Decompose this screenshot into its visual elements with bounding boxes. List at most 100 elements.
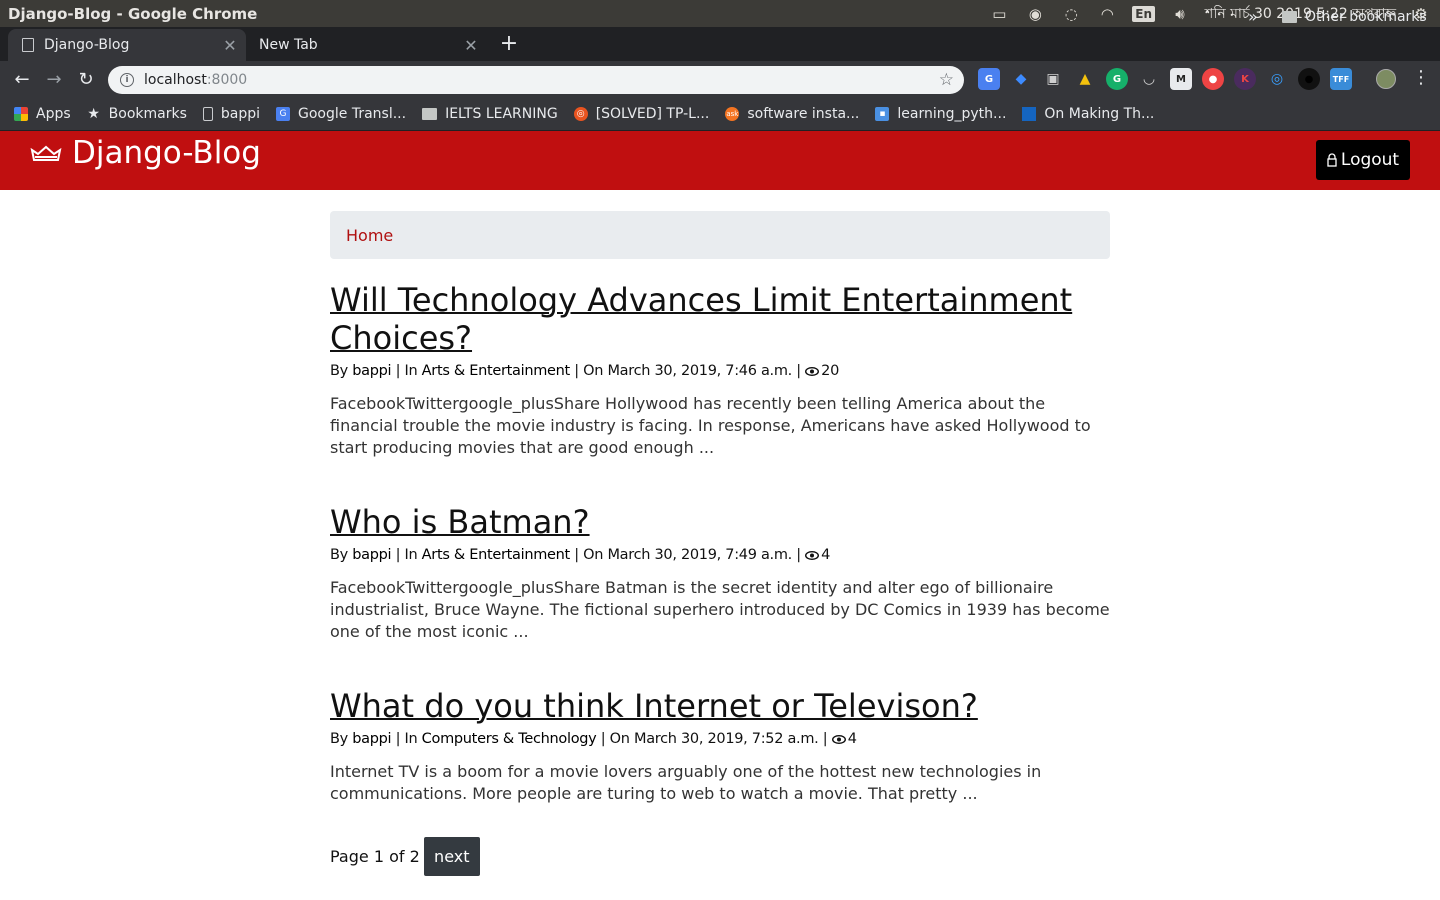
post-item: Will Technology Advances Limit Entertain… [330, 281, 1110, 459]
bookmark-google-translate[interactable]: G Google Transl... [276, 106, 406, 122]
post-views: 4 [821, 547, 831, 563]
os-top-panel: Django-Blog - Google Chrome ▭ ◉ ◌ ◠ En 🔊… [0, 0, 1440, 27]
blue-square-icon [1022, 106, 1037, 121]
tab-new-tab[interactable]: New Tab ✕ [249, 29, 487, 61]
post-title-link[interactable]: Will Technology Advances Limit Entertain… [330, 281, 1110, 357]
close-tab-icon[interactable]: ✕ [220, 36, 240, 55]
pocket-extension-icon[interactable]: ◡ [1138, 68, 1160, 90]
profile-avatar[interactable] [1376, 69, 1396, 89]
post-views: 4 [847, 731, 857, 747]
bookmark-label: Bookmarks [108, 105, 187, 122]
post-date: | On March 30, 2019, 7:49 a.m. | [569, 547, 806, 563]
dropbox-extension-icon[interactable]: ◆ [1010, 68, 1032, 90]
meta-by-label: By [330, 363, 353, 379]
bookmark-bappi[interactable]: bappi [202, 105, 261, 122]
bookmark-label: Google Transl... [298, 105, 407, 122]
next-page-button[interactable]: next [423, 837, 480, 876]
record-icon[interactable]: ◉ [1024, 5, 1046, 23]
post-author-link[interactable]: bappi [352, 547, 391, 563]
site-info-icon[interactable]: i [120, 73, 134, 87]
bookmark-apps[interactable]: Apps [14, 106, 71, 122]
bookmark-ielts-learning[interactable]: IELTS LEARNING [422, 106, 558, 122]
tab-label: Django-Blog [44, 37, 130, 53]
volume-icon[interactable]: 🔊︎ [1169, 5, 1191, 23]
post-author-link[interactable]: bappi [352, 363, 391, 379]
wifi-icon[interactable]: ◠ [1096, 5, 1118, 23]
star-icon: ★ [87, 105, 100, 122]
bookmark-label: On Making Th... [1044, 105, 1155, 122]
tff-extension-icon[interactable]: TFF [1330, 68, 1352, 90]
grammarly-extension-icon[interactable]: G [1106, 68, 1128, 90]
main-content: Home Will Technology Advances Limit Ente… [330, 211, 1110, 876]
post-item: Who is Batman? By bappi | In Arts & Ente… [330, 503, 1110, 643]
apps-grid-icon [14, 106, 28, 121]
address-bar[interactable]: i localhost:8000 ☆ [108, 66, 964, 94]
k-extension-icon[interactable]: K [1234, 68, 1256, 90]
post-item: What do you think Internet or Televison?… [330, 687, 1110, 805]
meta-in-label: | In [391, 547, 422, 563]
post-category-link[interactable]: Computers & Technology [422, 731, 597, 747]
askubuntu-icon: ask [725, 106, 740, 121]
bookmark-software-install[interactable]: ask software insta... [725, 106, 859, 122]
post-views: 20 [821, 363, 840, 379]
eye-icon [831, 734, 846, 744]
google-translate-icon: G [276, 106, 291, 121]
brand-name: Django-Blog [72, 135, 261, 171]
bookmark-bookmarks[interactable]: ★ Bookmarks [87, 106, 187, 122]
more-bookmarks-chevron-icon[interactable]: » [1248, 7, 1258, 26]
post-title-link[interactable]: What do you think Internet or Televison? [330, 687, 1110, 725]
logout-button[interactable]: Logout [1316, 140, 1410, 180]
post-category-link[interactable]: Arts & Entertainment [422, 363, 571, 379]
post-meta: By bappi | In Computers & Technology | O… [330, 731, 1110, 747]
breadcrumb-home-link[interactable]: Home [346, 226, 393, 245]
post-meta: By bappi | In Arts & Entertainment | On … [330, 547, 1110, 563]
reload-button[interactable]: ↻ [70, 65, 102, 93]
tab-strip: Django-Blog ✕ New Tab ✕ [0, 27, 1440, 61]
drive-icon[interactable]: ▭ [988, 5, 1010, 23]
page-viewport: Django-Blog Logout Home Will Technology … [0, 131, 1440, 900]
close-tab-icon[interactable]: ✕ [461, 36, 481, 55]
crown-logo-icon [30, 145, 62, 161]
lightbulb-icon[interactable]: ◌ [1060, 5, 1082, 23]
search-extension-icon[interactable]: ◎ [1266, 68, 1288, 90]
bookmark-label: IELTS LEARNING [445, 105, 558, 122]
record-extension-icon[interactable]: ● [1202, 68, 1224, 90]
post-title-link[interactable]: Who is Batman? [330, 503, 1110, 541]
mail-extension-icon[interactable]: M [1170, 68, 1192, 90]
ubuntu-icon: ◎ [573, 106, 588, 121]
logout-label: Logout [1340, 150, 1400, 170]
other-bookmarks-label: Other bookmarks [1305, 9, 1427, 25]
dark-extension-icon[interactable]: ● [1298, 68, 1320, 90]
keyboard-layout-indicator[interactable]: En [1132, 5, 1156, 22]
other-bookmarks[interactable]: Other bookmarks [1282, 0, 1427, 34]
bookmark-learning-python[interactable]: ▪ learning_pyth... [875, 106, 1006, 122]
page-icon [202, 106, 213, 121]
post-author-link[interactable]: bappi [352, 731, 391, 747]
back-button[interactable]: ← [6, 65, 38, 93]
extensions-area: G ◆ ▣ ▲ G ◡ M ● K ◎ ● TFF [978, 61, 1352, 97]
google-translate-extension-icon[interactable]: G [978, 68, 1000, 90]
meta-by-label: By [330, 731, 353, 747]
post-excerpt: FacebookTwittergoogle_plusShare Batman i… [330, 578, 1110, 641]
post-meta: By bappi | In Arts & Entertainment | On … [330, 363, 1110, 379]
camera-extension-icon[interactable]: ▣ [1042, 68, 1064, 90]
site-brand[interactable]: Django-Blog [30, 135, 261, 171]
new-tab-button[interactable]: + [497, 31, 521, 56]
chrome-menu-icon[interactable]: ⋮ [1412, 67, 1430, 88]
meta-in-label: | In [391, 731, 422, 747]
url-host: localhost [144, 72, 207, 88]
bookmark-star-icon[interactable]: ☆ [939, 70, 954, 90]
google-drive-extension-icon[interactable]: ▲ [1074, 68, 1096, 90]
page-icon [22, 38, 34, 52]
site-navbar: Django-Blog Logout [0, 131, 1440, 190]
url-port: :8000 [206, 72, 248, 88]
forward-button[interactable]: → [38, 65, 70, 93]
meta-by-label: By [330, 547, 353, 563]
bookmark-solved-tp-link[interactable]: ◎ [SOLVED] TP-L... [573, 106, 709, 122]
bookmark-label: bappi [220, 105, 261, 122]
tab-label: New Tab [259, 37, 318, 53]
lock-icon [1327, 153, 1337, 167]
post-category-link[interactable]: Arts & Entertainment [422, 547, 571, 563]
tab-django-blog[interactable]: Django-Blog ✕ [8, 29, 246, 61]
bookmark-on-making[interactable]: On Making Th... [1022, 106, 1154, 122]
